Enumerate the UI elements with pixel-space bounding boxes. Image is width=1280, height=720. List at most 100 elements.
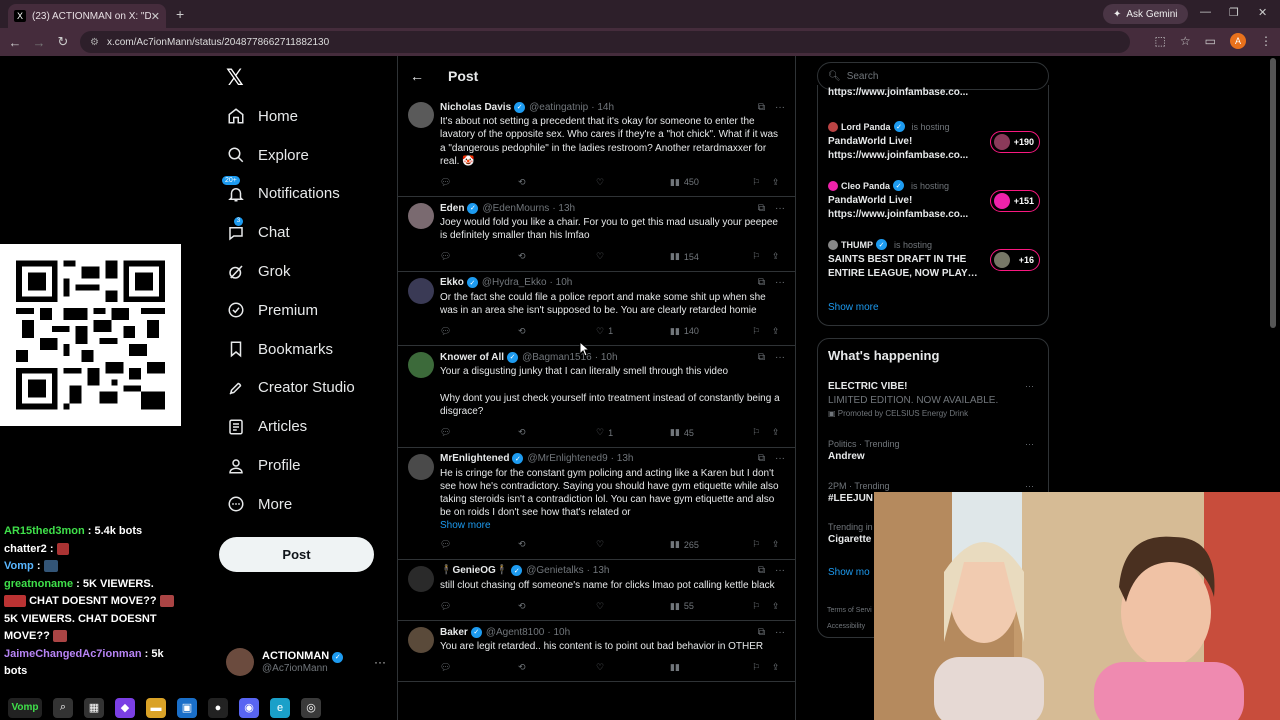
show-more-link[interactable]: Show more bbox=[828, 302, 879, 313]
live-item[interactable]: Lord Panda ✓ is hosting PandaWorld Live! h… bbox=[828, 121, 1040, 162]
views-button[interactable]: ▮▮ bbox=[670, 662, 752, 673]
tweet[interactable]: Ekko ✓ @Hydra_Ekko · 10h ⧉ ··· Or the fa… bbox=[398, 272, 795, 347]
url-field[interactable]: ⚙ x.com/Ac7ionMann/status/20487786627118… bbox=[80, 31, 1130, 53]
timestamp[interactable]: · 13h bbox=[587, 565, 610, 576]
like-button[interactable]: ♡ bbox=[596, 177, 670, 188]
back-icon[interactable]: ← bbox=[3, 35, 27, 50]
reload-icon[interactable]: ↻ bbox=[51, 34, 75, 50]
sidepanel-icon[interactable]: ▭ bbox=[1205, 34, 1216, 48]
reply-button[interactable]: 💬︎ bbox=[440, 601, 518, 612]
minimize-icon[interactable]: — bbox=[1200, 6, 1211, 18]
author-name[interactable]: MrEnlightened bbox=[440, 453, 509, 464]
bookmark-button[interactable]: ⚐ bbox=[752, 601, 772, 612]
show-more-link[interactable]: Show mo bbox=[828, 567, 870, 578]
ask-gemini-button[interactable]: ✦ Ask Gemini bbox=[1103, 4, 1188, 24]
trend-item[interactable]: Politics · Trending Andrew ··· bbox=[828, 439, 1040, 462]
views-button[interactable]: ▮▮ 140 bbox=[670, 326, 752, 337]
new-tab-icon[interactable]: + bbox=[176, 6, 184, 22]
repost-button[interactable]: ⟲ bbox=[518, 427, 596, 438]
views-button[interactable]: ▮▮ 265 bbox=[670, 539, 752, 550]
reply-button[interactable]: 💬︎ bbox=[440, 662, 518, 673]
like-button[interactable]: ♡ bbox=[596, 601, 670, 612]
bookmark-button[interactable]: ⚐ bbox=[752, 662, 772, 673]
nav-more[interactable]: More bbox=[226, 485, 355, 524]
nav-articles[interactable]: Articles bbox=[226, 407, 355, 446]
nav-home[interactable]: Home bbox=[226, 97, 355, 136]
browser-tab[interactable]: X (23) ACTIONMAN on X: "Dude ✕ bbox=[8, 4, 166, 28]
scrollbar[interactable] bbox=[1270, 58, 1276, 328]
views-button[interactable]: ▮▮ 450 bbox=[670, 177, 752, 188]
grok-icon[interactable]: ⧉ bbox=[758, 277, 765, 288]
grok-icon[interactable]: ⧉ bbox=[758, 565, 765, 576]
more-options-icon[interactable]: ··· bbox=[775, 565, 785, 576]
x-logo[interactable]: 𝕏 bbox=[226, 65, 244, 91]
avatar[interactable] bbox=[408, 565, 434, 592]
grok-icon[interactable]: ⧉ bbox=[758, 627, 765, 638]
like-button[interactable]: ♡ bbox=[596, 251, 670, 262]
share-button[interactable]: ⇪ bbox=[772, 177, 780, 188]
share-button[interactable]: ⇪ bbox=[772, 427, 780, 438]
live-item[interactable]: Cleo Panda ✓ is hosting PandaWorld Live! h… bbox=[828, 180, 1040, 221]
author-name[interactable]: Ekko bbox=[440, 277, 464, 288]
show-more-link[interactable]: Show more bbox=[440, 520, 785, 531]
author-name[interactable]: Eden bbox=[440, 203, 464, 214]
reply-button[interactable]: 💬︎ bbox=[440, 177, 518, 188]
reply-button[interactable]: 💬︎ bbox=[440, 539, 518, 550]
share-button[interactable]: ⇪ bbox=[772, 662, 780, 673]
author-name[interactable]: Nicholas Davis bbox=[440, 102, 511, 113]
bookmark-button[interactable]: ⚐ bbox=[752, 326, 772, 337]
grok-icon[interactable]: ⧉ bbox=[758, 102, 765, 113]
more-options-icon[interactable]: ··· bbox=[374, 655, 386, 669]
repost-button[interactable]: ⟲ bbox=[518, 177, 596, 188]
more-options-icon[interactable]: ··· bbox=[775, 352, 785, 363]
nav-creator-studio[interactable]: Creator Studio bbox=[226, 369, 355, 408]
like-button[interactable]: ♡ bbox=[596, 539, 670, 550]
author-handle[interactable]: @Hydra_Ekko bbox=[482, 277, 547, 288]
author-name[interactable]: Knower of All bbox=[440, 352, 504, 363]
nav-grok[interactable]: Grok bbox=[226, 252, 355, 291]
copilot-icon[interactable]: ◆ bbox=[115, 697, 135, 718]
timestamp[interactable]: · 13h bbox=[552, 203, 575, 214]
chrome-icon[interactable]: ◎ bbox=[301, 697, 321, 718]
repost-button[interactable]: ⟲ bbox=[518, 662, 596, 673]
live-item[interactable]: THUMP ✓ is hosting SAINTS BEST DRAFT IN TH… bbox=[828, 239, 1040, 280]
views-button[interactable]: ▮▮ 154 bbox=[670, 251, 752, 262]
avatar[interactable] bbox=[408, 627, 434, 654]
tweet[interactable]: Knower of All ✓ @Bagman1516 · 10h ⧉ ··· … bbox=[398, 346, 795, 448]
repost-button[interactable]: ⟲ bbox=[518, 601, 596, 612]
avatar[interactable] bbox=[408, 277, 434, 304]
author-name[interactable]: 🕴GenieOG🕴 bbox=[440, 565, 508, 576]
like-button[interactable]: ♡ 1 bbox=[596, 326, 670, 337]
bookmark-button[interactable]: ⚐ bbox=[752, 427, 772, 438]
edge-icon[interactable]: e bbox=[270, 697, 290, 718]
nav-premium[interactable]: Premium bbox=[226, 291, 355, 330]
more-options-icon[interactable]: ··· bbox=[775, 453, 785, 464]
post-button[interactable]: Post bbox=[219, 537, 374, 572]
bookmark-button[interactable]: ⚐ bbox=[752, 177, 772, 188]
repost-button[interactable]: ⟲ bbox=[518, 326, 596, 337]
nav-chat[interactable]: 3 Chat bbox=[226, 213, 355, 252]
timestamp[interactable]: · 10h bbox=[547, 627, 570, 638]
nav-profile[interactable]: Profile bbox=[226, 446, 355, 485]
views-button[interactable]: ▮▮ 45 bbox=[670, 427, 752, 438]
more-options-icon[interactable]: ··· bbox=[775, 627, 785, 638]
discord-icon[interactable]: ◉ bbox=[239, 697, 259, 718]
browser-menu-icon[interactable]: ⋮ bbox=[1260, 34, 1272, 48]
profile-avatar[interactable]: A bbox=[1230, 33, 1246, 49]
taskbar-label[interactable]: Vomp bbox=[8, 697, 42, 718]
nav-notifications[interactable]: 20+ Notifications bbox=[222, 175, 355, 214]
account-switcher[interactable]: ACTIONMAN ✓ @Ac7ionMann ··· bbox=[226, 648, 386, 676]
tweet[interactable]: Baker ✓ @Agent8100 · 10h ⧉ ··· You are l… bbox=[398, 621, 795, 683]
bookmark-button[interactable]: ⚐ bbox=[752, 539, 772, 550]
avatar[interactable] bbox=[408, 352, 434, 379]
share-button[interactable]: ⇪ bbox=[772, 326, 780, 337]
site-info-icon[interactable]: ⚙ bbox=[90, 37, 99, 48]
views-button[interactable]: ▮▮ 55 bbox=[670, 601, 752, 612]
more-options-icon[interactable]: ··· bbox=[775, 102, 785, 113]
install-icon[interactable]: ⬚ bbox=[1155, 34, 1166, 48]
author-handle[interactable]: @EdenMourns bbox=[482, 203, 549, 214]
avatar[interactable] bbox=[408, 453, 434, 480]
reply-button[interactable]: 💬︎ bbox=[440, 251, 518, 262]
store-icon[interactable]: ▣ bbox=[177, 697, 197, 718]
tweet[interactable]: Eden ✓ @EdenMourns · 13h ⧉ ··· Joey woul… bbox=[398, 197, 795, 272]
